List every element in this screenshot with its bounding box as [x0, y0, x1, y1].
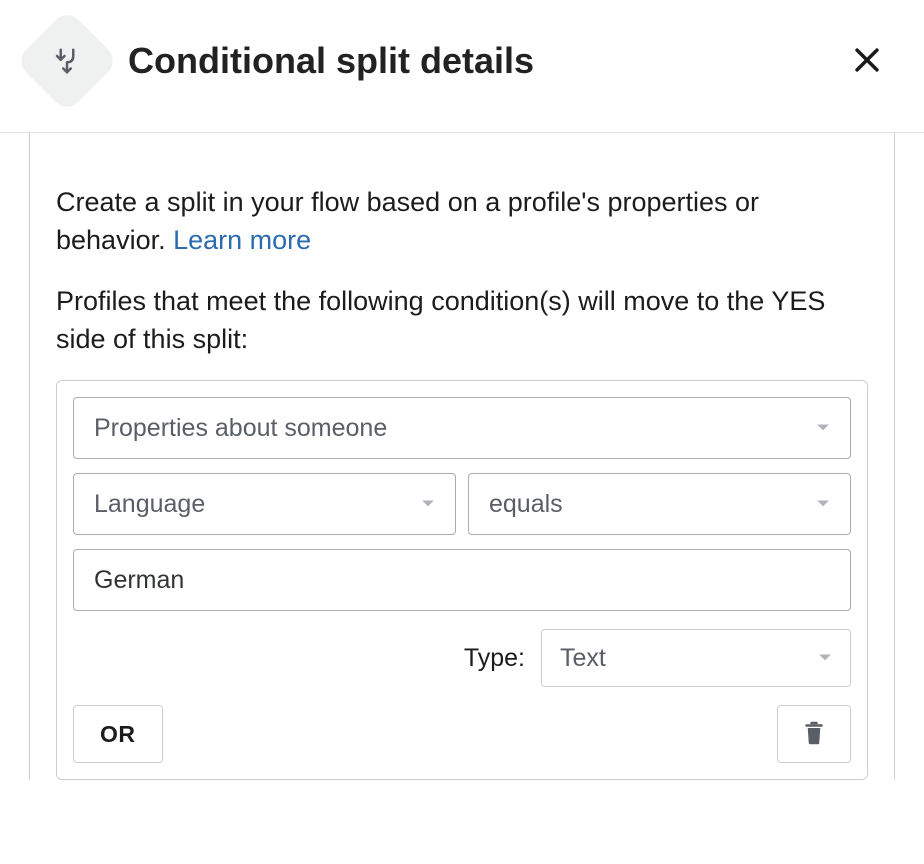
split-icon-badge [15, 9, 120, 114]
close-button[interactable] [840, 33, 894, 90]
category-select[interactable]: Properties about someone [73, 397, 851, 459]
content-wrapper: Create a split in your flow based on a p… [0, 133, 924, 780]
or-button[interactable]: OR [73, 705, 163, 763]
value-input[interactable]: German [73, 549, 851, 611]
type-row: Type: Text [73, 629, 851, 687]
caret-down-icon [816, 423, 830, 433]
learn-more-link[interactable]: Learn more [173, 225, 311, 255]
category-row: Properties about someone [73, 397, 851, 459]
panel-title: Conditional split details [128, 40, 816, 82]
category-value: Properties about someone [94, 414, 387, 443]
property-select[interactable]: Language [73, 473, 456, 535]
actions-row: OR [73, 705, 851, 763]
trash-icon [804, 721, 824, 748]
description-prefix: Create a split in your flow based on a p… [56, 187, 759, 255]
instructions-text: Profiles that meet the following conditi… [56, 282, 868, 359]
caret-down-icon [421, 499, 435, 509]
type-label: Type: [464, 644, 525, 673]
caret-down-icon [816, 499, 830, 509]
type-value: Text [560, 644, 606, 673]
caret-down-icon [818, 653, 832, 663]
delete-button[interactable] [777, 705, 851, 763]
value-text: German [94, 566, 184, 595]
inner-panel: Create a split in your flow based on a p… [29, 133, 895, 780]
operator-value: equals [489, 490, 563, 519]
condition-group: Properties about someone Language equals [56, 380, 868, 780]
type-select[interactable]: Text [541, 629, 851, 687]
split-icon [52, 46, 82, 76]
property-value: Language [94, 490, 205, 519]
close-icon [850, 43, 884, 80]
operator-select[interactable]: equals [468, 473, 851, 535]
property-operator-row: Language equals [73, 473, 851, 535]
description-text: Create a split in your flow based on a p… [56, 183, 868, 260]
panel-header: Conditional split details [0, 0, 924, 133]
